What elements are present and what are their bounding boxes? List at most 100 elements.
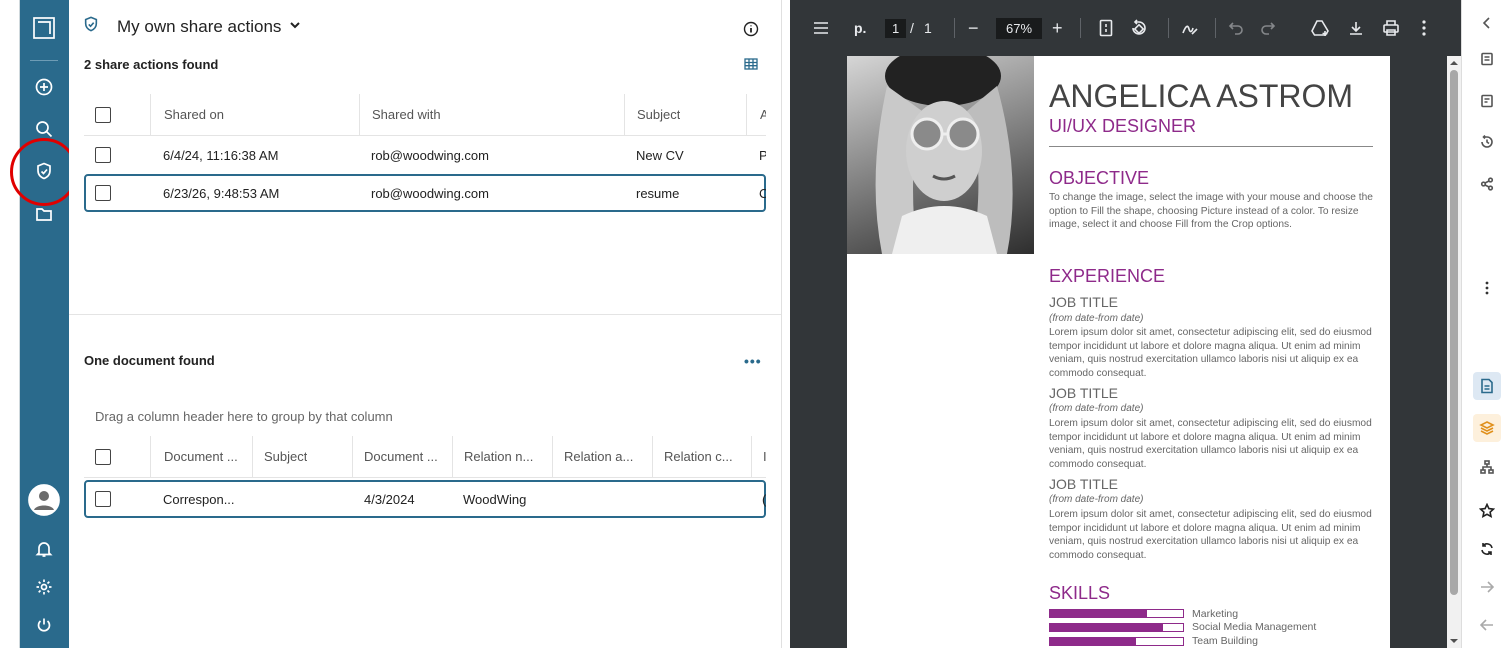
rotate-icon[interactable] xyxy=(1130,16,1148,40)
cell-relation-name: WoodWing xyxy=(463,491,527,507)
undo-icon[interactable] xyxy=(1228,16,1244,40)
pdf-viewer: p. 1 / 1 − 67% + ANGELICA ASTROM UI/UX D… xyxy=(790,0,1461,648)
download-icon[interactable] xyxy=(1348,16,1364,40)
print-icon[interactable] xyxy=(1382,16,1400,40)
scrollbar-thumb[interactable] xyxy=(1450,70,1458,595)
zoom-out-button[interactable]: − xyxy=(968,16,979,40)
column-subject[interactable]: Subject xyxy=(264,436,307,477)
share-icon[interactable] xyxy=(1476,173,1498,195)
objective-heading: OBJECTIVE xyxy=(1049,168,1150,188)
cell-shared-on: 6/23/26, 9:48:53 AM xyxy=(163,185,280,201)
folder-icon[interactable] xyxy=(32,202,56,226)
row-checkbox[interactable] xyxy=(95,136,111,174)
page-current[interactable]: 1 xyxy=(885,18,907,38)
column-shared-with[interactable]: Shared with xyxy=(372,94,441,135)
note-icon[interactable] xyxy=(1476,48,1498,70)
shield-icon xyxy=(83,16,99,37)
skill-label: Team Building xyxy=(1192,635,1258,647)
column-relation-a[interactable]: Relation a... xyxy=(564,436,633,477)
zoom-in-button[interactable]: + xyxy=(1052,16,1063,40)
star-icon[interactable] xyxy=(1476,500,1498,522)
job-title: JOB TITLE xyxy=(1049,385,1118,401)
power-icon[interactable] xyxy=(32,613,56,637)
more-vert-icon[interactable] xyxy=(1476,277,1498,299)
comment-icon[interactable] xyxy=(1476,90,1498,112)
cell-shared-with: rob@woodwing.com xyxy=(371,147,489,163)
row-checkbox[interactable] xyxy=(95,482,111,516)
panel-header: My own share actions xyxy=(83,16,301,37)
column-document-name[interactable]: Document ... xyxy=(164,436,238,477)
info-icon[interactable] xyxy=(743,21,759,42)
menu-icon[interactable] xyxy=(812,16,830,40)
job-title: JOB TITLE xyxy=(1049,294,1118,310)
column-relation-name[interactable]: Relation n... xyxy=(464,436,533,477)
sync-icon[interactable] xyxy=(1476,538,1498,560)
column-extra[interactable]: A xyxy=(760,94,766,135)
avatar-icon[interactable] xyxy=(28,484,60,516)
table-row-selected[interactable]: 6/23/26, 9:48:53 AM rob@woodwing.com res… xyxy=(84,174,766,212)
skill-bar xyxy=(1049,637,1184,646)
cell-shared-on: 6/4/24, 11:16:38 AM xyxy=(163,147,279,163)
share-shield-icon[interactable] xyxy=(32,159,56,183)
right-side-panel xyxy=(1461,0,1509,648)
gear-icon[interactable] xyxy=(32,575,56,599)
arrow-right-icon[interactable] xyxy=(1476,576,1498,598)
cv-name: ANGELICA ASTROM xyxy=(1049,78,1354,114)
table-header: Shared on Shared with Subject A xyxy=(84,94,766,136)
table-row-selected[interactable]: Correspon... 4/3/2024 WoodWing ( xyxy=(84,480,766,518)
table-row[interactable]: 6/4/24, 11:16:38 AM rob@woodwing.com New… xyxy=(84,136,766,174)
experience-heading: EXPERIENCE xyxy=(1049,266,1166,286)
row-checkbox[interactable] xyxy=(95,176,111,210)
job-description: Lorem ipsum dolor sit amet, consectetur … xyxy=(1049,509,1372,561)
skill-label: Marketing xyxy=(1192,608,1239,620)
group-by-hint[interactable]: Drag a column header here to group by th… xyxy=(95,409,393,424)
arrow-left-icon[interactable] xyxy=(1476,614,1498,636)
draw-icon[interactable] xyxy=(1181,16,1199,40)
window-edge xyxy=(0,0,20,648)
column-relation-c[interactable]: Relation c... xyxy=(664,436,733,477)
more-vert-icon[interactable] xyxy=(1422,16,1426,40)
share-actions-table: Shared on Shared with Subject A 6/4/24, … xyxy=(84,94,766,212)
table-view-icon[interactable] xyxy=(744,57,758,76)
skill-bar xyxy=(1049,623,1184,632)
bell-icon[interactable] xyxy=(32,537,56,561)
cell-shared-with: rob@woodwing.com xyxy=(371,185,489,201)
select-all-checkbox[interactable] xyxy=(95,94,111,135)
history-icon[interactable] xyxy=(1476,131,1498,153)
add-icon[interactable] xyxy=(32,75,56,99)
fit-page-icon[interactable] xyxy=(1099,16,1113,40)
search-icon[interactable] xyxy=(32,117,56,141)
job-description: Lorem ipsum dolor sit amet, consectetur … xyxy=(1049,418,1372,470)
share-count: 2 share actions found xyxy=(84,57,219,72)
skill-label: Social Media Management xyxy=(1192,621,1317,633)
column-document-date[interactable]: Document ... xyxy=(364,436,438,477)
table-header: Document ... Subject Document ... Relati… xyxy=(84,436,766,478)
pdf-page: ANGELICA ASTROM UI/UX DESIGNER OBJECTIVE… xyxy=(847,56,1390,648)
panel-splitter[interactable] xyxy=(781,0,790,648)
page-input[interactable]: 1 xyxy=(885,16,907,40)
layers-icon[interactable] xyxy=(1473,414,1501,442)
drive-add-icon[interactable] xyxy=(1310,16,1330,40)
hierarchy-icon[interactable] xyxy=(1476,456,1498,478)
document-details-icon[interactable] xyxy=(1473,372,1501,400)
zoom-level[interactable]: 67% xyxy=(996,17,1043,39)
chevron-left-icon[interactable] xyxy=(1476,12,1498,34)
cell-document-name: Correspon... xyxy=(163,491,235,507)
objective-text: To change the image, select the image wi… xyxy=(1049,192,1373,230)
cell-subject: resume xyxy=(636,185,680,201)
viewer-scrollbar[interactable] xyxy=(1447,56,1461,648)
zoom-input[interactable]: 67% xyxy=(996,16,1043,40)
page-separator: / xyxy=(910,20,914,36)
cell-extra: ( xyxy=(762,491,766,507)
select-all-checkbox[interactable] xyxy=(95,436,111,477)
column-extra[interactable]: I xyxy=(763,436,766,477)
redo-icon[interactable] xyxy=(1260,16,1276,40)
page-title[interactable]: My own share actions xyxy=(117,17,281,37)
rail-divider xyxy=(30,60,58,61)
skill-bar xyxy=(1049,609,1184,618)
column-shared-on[interactable]: Shared on xyxy=(164,94,224,135)
chevron-down-icon[interactable] xyxy=(289,18,301,36)
app-logo-icon[interactable] xyxy=(32,16,56,40)
column-subject[interactable]: Subject xyxy=(637,94,680,135)
more-options-icon[interactable]: ••• xyxy=(744,353,762,369)
